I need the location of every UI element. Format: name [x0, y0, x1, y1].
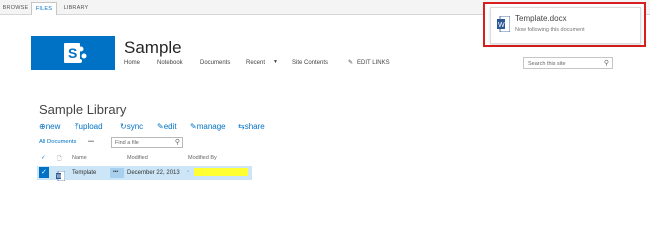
presence-indicator-icon: ◦	[187, 169, 190, 175]
column-header-modified[interactable]: Modified	[127, 155, 148, 161]
edit-label: edit	[163, 122, 177, 131]
site-title[interactable]: Sample	[124, 38, 182, 58]
sync-label: sync	[126, 122, 144, 131]
svg-text:W: W	[498, 22, 505, 29]
manage-button[interactable]: ✎manage	[190, 122, 226, 131]
checkmark-icon: ✓	[41, 169, 47, 176]
row-modified-date: December 22, 2013	[127, 170, 180, 176]
redacted-modified-by	[194, 168, 248, 176]
view-all-documents[interactable]: All Documents	[39, 139, 76, 145]
manage-label: manage	[196, 122, 226, 131]
notification-message: Now following this document	[515, 27, 585, 33]
svg-text:W: W	[57, 174, 62, 180]
pencil-icon: ✎	[348, 60, 354, 66]
upload-label: upload	[78, 122, 103, 131]
search-icon[interactable]: ⚲	[175, 138, 180, 148]
nav-recent[interactable]: Recent	[246, 60, 265, 66]
edit-links-link[interactable]: EDIT LINKS	[357, 60, 390, 66]
find-file-input[interactable]: Find a file ⚲	[111, 137, 183, 148]
new-label: new	[45, 122, 61, 131]
search-placeholder: Search this site	[528, 61, 566, 67]
tab-browse[interactable]: BROWSE	[0, 2, 32, 14]
nav-notebook[interactable]: Notebook	[157, 60, 183, 66]
select-all-checkmark-icon[interactable]: ✓	[41, 155, 46, 161]
nav-home[interactable]: Home	[124, 60, 140, 66]
row-ellipsis-button[interactable]: •••	[110, 168, 124, 178]
word-document-icon: W	[56, 168, 66, 182]
notification-file-name: Template.docx	[515, 14, 567, 23]
row-file-name[interactable]: Template	[72, 170, 96, 176]
sharepoint-logo-icon: S	[64, 43, 87, 63]
notification-highlight-frame: W Template.docx Now following this docum…	[483, 2, 646, 47]
word-document-icon: W	[497, 15, 511, 33]
chevron-down-icon[interactable]: ▼	[273, 59, 278, 65]
tab-files[interactable]: FILES	[31, 2, 57, 15]
nav-site-contents[interactable]: Site Contents	[292, 60, 328, 66]
new-button[interactable]: ⊕new	[39, 122, 60, 131]
sharepoint-logo[interactable]: S	[31, 36, 115, 70]
nav-documents[interactable]: Documents	[200, 60, 230, 66]
upload-button[interactable]: ⤒upload	[75, 122, 103, 132]
ellipsis-icon: •••	[113, 169, 119, 175]
search-icon[interactable]: ⚲	[604, 58, 609, 70]
find-placeholder: Find a file	[115, 140, 139, 146]
share-button[interactable]: ⇆share	[238, 122, 265, 131]
view-more-ellipsis[interactable]: •••	[88, 139, 94, 145]
column-header-modified-by[interactable]: Modified By	[188, 155, 217, 161]
library-title: Sample Library	[39, 102, 127, 117]
sync-button[interactable]: ↻sync	[120, 122, 143, 131]
tab-library[interactable]: LIBRARY	[60, 2, 92, 14]
column-header-name[interactable]: Name	[72, 155, 87, 161]
share-icon: ⇆	[238, 122, 245, 131]
site-search-input[interactable]: Search this site ⚲	[523, 57, 613, 69]
document-type-icon: 🗋	[57, 156, 62, 162]
pencil-icon: ✎	[157, 122, 164, 131]
sync-icon: ↻	[120, 122, 127, 131]
pencil-icon: ✎	[190, 122, 197, 131]
plus-circle-icon: ⊕	[39, 122, 46, 131]
svg-text:S: S	[68, 45, 77, 61]
follow-notification[interactable]: W Template.docx Now following this docum…	[490, 7, 641, 44]
edit-button[interactable]: ✎edit	[157, 122, 177, 131]
share-label: share	[244, 122, 265, 131]
row-checkbox[interactable]: ✓	[39, 167, 49, 178]
